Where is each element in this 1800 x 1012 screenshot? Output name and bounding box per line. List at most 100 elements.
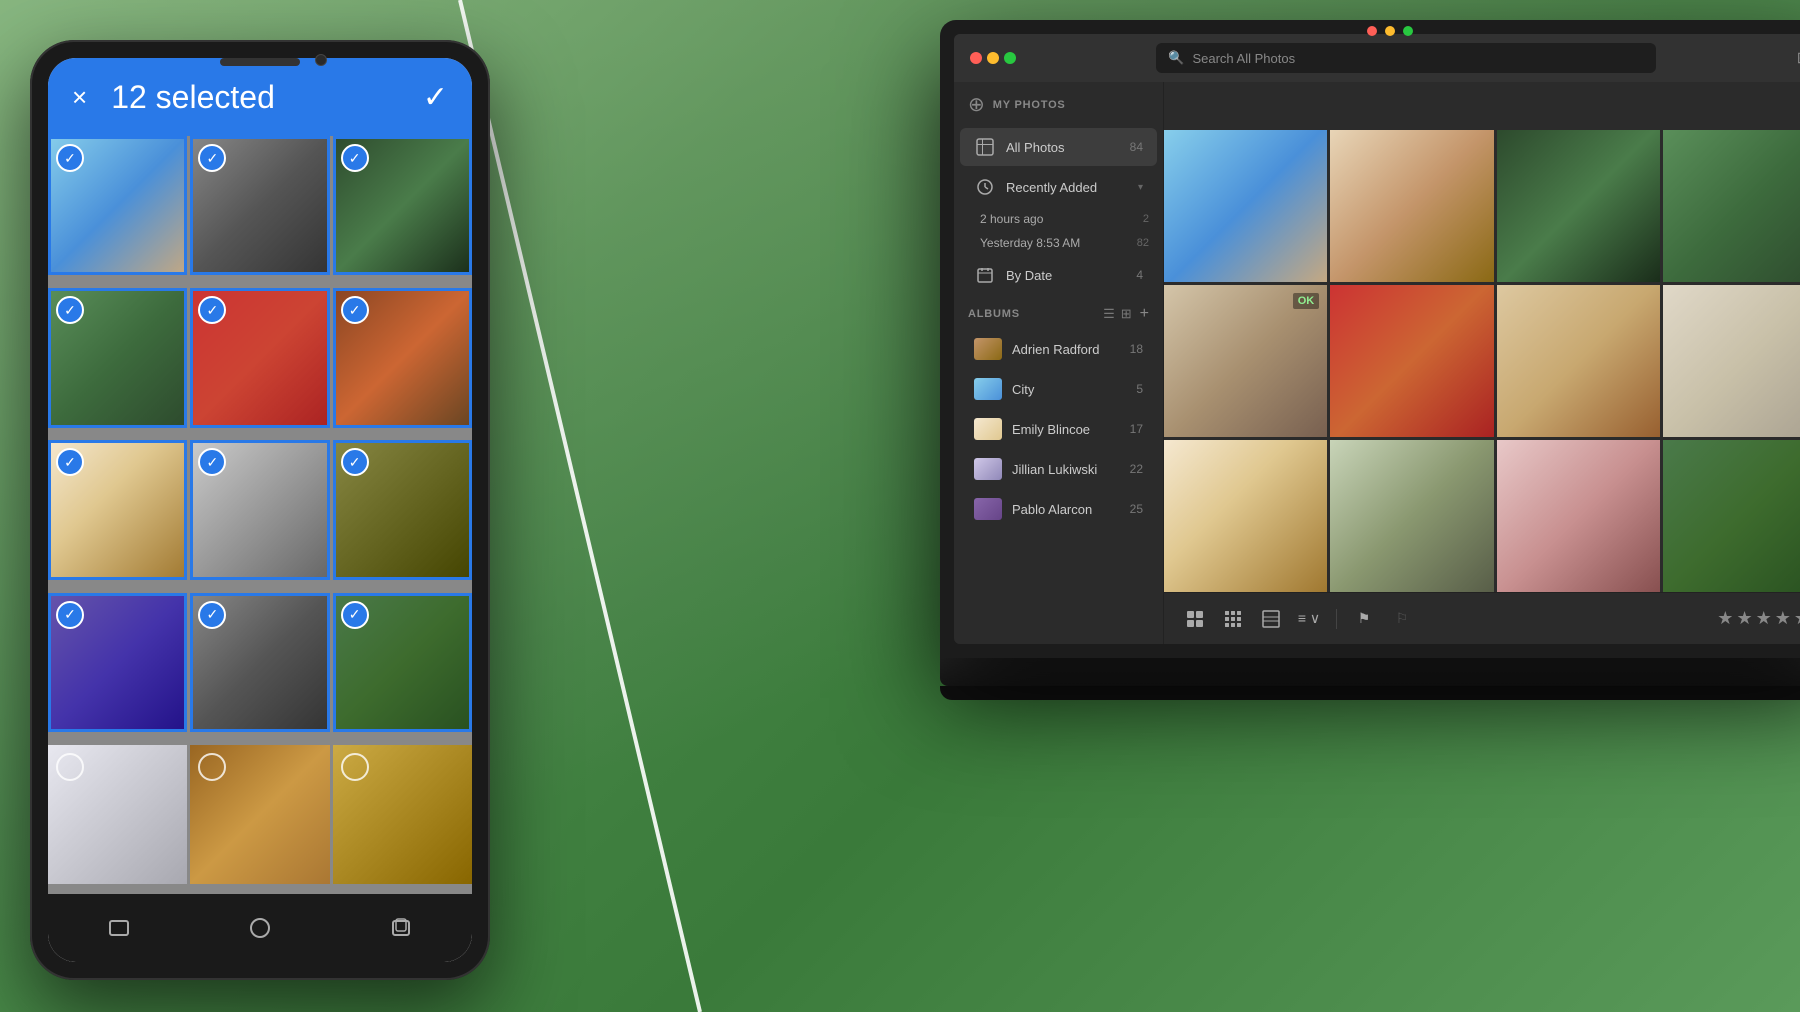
flag-outline-button[interactable]: ⚐ [1387,604,1417,634]
phone-photo-14[interactable] [190,745,329,884]
album-count-emily: 17 [1130,422,1143,436]
app-body: ⊕ MY PHOTOS All Photos [954,82,1800,644]
album-count-city: 5 [1136,382,1143,396]
grid-medium-button[interactable] [1218,604,1248,634]
filter-icon[interactable]: ⊞ [1797,48,1800,68]
phone-photo-10[interactable]: ✓ [48,593,187,732]
phone-photo-13[interactable] [48,745,187,884]
my-photos-title: MY PHOTOS [993,99,1066,111]
phone-body: × 12 selected ✓ ✓ ✓ ✓ [30,40,490,980]
window-maximize-dot[interactable] [1403,26,1413,36]
sidebar-album-pablo[interactable]: Pablo Alarcon 25 [960,490,1157,528]
grid-large-button[interactable] [1180,604,1210,634]
check-badge-15 [341,753,369,781]
desktop-photo-7[interactable] [1497,285,1660,437]
photo-grid: OK [1164,130,1800,592]
phone-photo-11[interactable]: ✓ [190,593,329,732]
add-album-button[interactable]: + [1140,305,1149,323]
window-close-dot[interactable] [1367,26,1377,36]
albums-title: ALBUMS [968,308,1103,320]
phone-selection-bar: × 12 selected ✓ [48,58,472,136]
sidebar-subitem-2hours[interactable]: 2 hours ago 2 [954,207,1163,231]
sidebar-item-all-photos[interactable]: All Photos 84 [960,128,1157,166]
phone-photo-8[interactable]: ✓ [190,440,329,579]
album-thumb-pablo [974,498,1002,520]
sidebar-item-by-date[interactable]: By Date 4 [960,256,1157,294]
check-badge-9: ✓ [341,448,369,476]
desktop-photo-10[interactable] [1330,440,1493,592]
sidebar-album-adrien[interactable]: Adrien Radford 18 [960,330,1157,368]
album-count-pablo: 25 [1130,502,1143,516]
phone-photo-3[interactable]: ✓ [333,136,472,275]
check-badge-4: ✓ [56,296,84,324]
window-minimize-dot[interactable] [1385,26,1395,36]
titlebar-maximize[interactable] [1004,52,1016,64]
phone-photo-12[interactable]: ✓ [333,593,472,732]
phone-photo-6[interactable]: ✓ [333,288,472,427]
check-badge-6: ✓ [341,296,369,324]
desktop-photo-5[interactable]: OK [1164,285,1327,437]
phone-photo-1[interactable]: ✓ [48,136,187,275]
list-view-icon[interactable]: ☰ [1103,306,1115,322]
sidebar-album-city[interactable]: City 5 [960,370,1157,408]
list-view-button[interactable]: ≡ ∨ [1294,604,1324,634]
desktop-photo-3[interactable] [1497,130,1660,282]
phone-recents-button[interactable] [383,910,419,946]
albums-view-icons: ☰ ⊞ [1103,306,1132,322]
phone-photo-7[interactable]: ✓ [48,440,187,579]
sidebar: ⊕ MY PHOTOS All Photos [954,82,1164,644]
star-3[interactable]: ★ [1756,608,1772,629]
phone-confirm-icon[interactable]: ✓ [423,80,448,115]
sidebar-album-jillian[interactable]: Jillian Lukiwski 22 [960,450,1157,488]
check-badge-11: ✓ [198,601,226,629]
desktop-photo-8[interactable] [1663,285,1800,437]
laptop-device: 🔍 Search All Photos ⊞ ⊕ MY PHOTOS [940,20,1800,700]
star-2[interactable]: ★ [1736,608,1752,629]
desktop-photo-6[interactable] [1330,285,1493,437]
by-date-label: By Date [1006,268,1126,283]
phone-screen: × 12 selected ✓ ✓ ✓ ✓ [48,58,472,962]
yesterday-label: Yesterday 8:53 AM [980,236,1129,250]
star-1[interactable]: ★ [1717,608,1733,629]
phone-back-button[interactable] [101,910,137,946]
phone-photo-9[interactable]: ✓ [333,440,472,579]
phone-photo-4[interactable]: ✓ [48,288,187,427]
laptop-base [940,658,1800,686]
desktop-photo-4[interactable] [1663,130,1800,282]
desktop-photo-2[interactable] [1330,130,1493,282]
all-photos-label: All Photos [1006,140,1120,155]
sidebar-album-emily[interactable]: Emily Blincoe 17 [960,410,1157,448]
album-thumb-emily [974,418,1002,440]
grid-small-button[interactable] [1256,604,1286,634]
phone-home-button[interactable] [242,910,278,946]
desktop-photo-11[interactable] [1497,440,1660,592]
ok-badge-5: OK [1293,293,1320,309]
by-date-count: 4 [1136,268,1143,282]
check-badge-3: ✓ [341,144,369,172]
recently-added-label: Recently Added [1006,180,1124,195]
2hours-label: 2 hours ago [980,212,1135,226]
desktop-photo-9[interactable] [1164,440,1327,592]
titlebar-close[interactable] [970,52,982,64]
sidebar-item-recently-added[interactable]: Recently Added ▾ [960,168,1157,206]
2hours-count: 2 [1143,213,1149,225]
check-badge-10: ✓ [56,601,84,629]
grid-view-icon[interactable]: ⊞ [1121,306,1132,322]
sidebar-subitem-yesterday[interactable]: Yesterday 8:53 AM 82 [954,231,1163,255]
check-badge-13 [56,753,84,781]
recently-added-arrow: ▾ [1138,182,1143,193]
star-5[interactable]: ★ [1794,608,1800,629]
phone-photo-2[interactable]: ✓ [190,136,329,275]
photo-grid-area: OK [1164,130,1800,592]
titlebar-minimize[interactable] [987,52,999,64]
desktop-photo-1[interactable] [1164,130,1327,282]
star-4[interactable]: ★ [1775,608,1791,629]
phone-photo-5[interactable]: ✓ [190,288,329,427]
sidebar-add-icon[interactable]: ⊕ [968,92,985,117]
all-photos-icon [974,136,996,158]
phone-close-icon[interactable]: × [72,82,87,113]
window-controls [1367,26,1413,36]
flag-button[interactable]: ⚑ [1349,604,1379,634]
phone-photo-15[interactable] [333,745,472,884]
desktop-photo-12[interactable] [1663,440,1800,592]
